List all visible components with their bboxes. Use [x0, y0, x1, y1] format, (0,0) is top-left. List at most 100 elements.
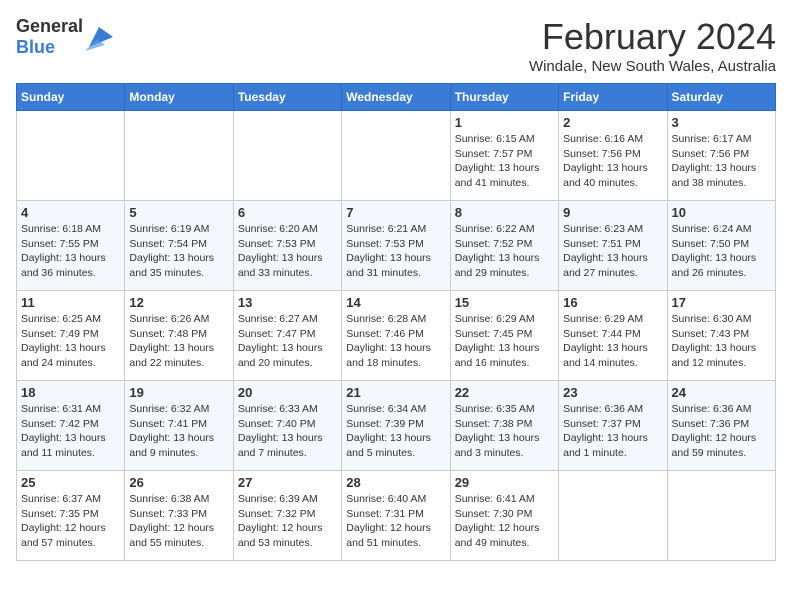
day-info: Sunrise: 6:40 AM Sunset: 7:31 PM Dayligh…: [346, 492, 445, 551]
day-number: 3: [672, 115, 771, 130]
day-number: 20: [238, 385, 337, 400]
calendar-cell: 14 Sunrise: 6:28 AM Sunset: 7:46 PM Dayli…: [342, 291, 450, 381]
day-number: 5: [129, 205, 228, 220]
day-info: Sunrise: 6:28 AM Sunset: 7:46 PM Dayligh…: [346, 312, 445, 371]
day-info: Sunrise: 6:19 AM Sunset: 7:54 PM Dayligh…: [129, 222, 228, 281]
calendar-cell: [342, 111, 450, 201]
day-number: 21: [346, 385, 445, 400]
day-number: 17: [672, 295, 771, 310]
location: Windale, New South Wales, Australia: [529, 58, 776, 75]
calendar-cell: 15 Sunrise: 6:29 AM Sunset: 7:45 PM Dayli…: [450, 291, 558, 381]
day-info: Sunrise: 6:39 AM Sunset: 7:32 PM Dayligh…: [238, 492, 337, 551]
day-info: Sunrise: 6:32 AM Sunset: 7:41 PM Dayligh…: [129, 402, 228, 461]
day-info: Sunrise: 6:18 AM Sunset: 7:55 PM Dayligh…: [21, 222, 120, 281]
calendar-cell: [125, 111, 233, 201]
day-header-tuesday: Tuesday: [233, 84, 341, 111]
day-info: Sunrise: 6:20 AM Sunset: 7:53 PM Dayligh…: [238, 222, 337, 281]
day-info: Sunrise: 6:36 AM Sunset: 7:36 PM Dayligh…: [672, 402, 771, 461]
day-info: Sunrise: 6:23 AM Sunset: 7:51 PM Dayligh…: [563, 222, 662, 281]
calendar-week-row: 18 Sunrise: 6:31 AM Sunset: 7:42 PM Dayli…: [17, 381, 776, 471]
calendar-cell: 9 Sunrise: 6:23 AM Sunset: 7:51 PM Daylig…: [559, 201, 667, 291]
day-header-monday: Monday: [125, 84, 233, 111]
calendar-week-row: 11 Sunrise: 6:25 AM Sunset: 7:49 PM Dayli…: [17, 291, 776, 381]
day-number: 23: [563, 385, 662, 400]
calendar-cell: 7 Sunrise: 6:21 AM Sunset: 7:53 PM Daylig…: [342, 201, 450, 291]
calendar-table: SundayMondayTuesdayWednesdayThursdayFrid…: [16, 83, 776, 561]
day-number: 2: [563, 115, 662, 130]
day-info: Sunrise: 6:38 AM Sunset: 7:33 PM Dayligh…: [129, 492, 228, 551]
calendar-cell: 6 Sunrise: 6:20 AM Sunset: 7:53 PM Daylig…: [233, 201, 341, 291]
day-info: Sunrise: 6:29 AM Sunset: 7:45 PM Dayligh…: [455, 312, 554, 371]
day-info: Sunrise: 6:33 AM Sunset: 7:40 PM Dayligh…: [238, 402, 337, 461]
calendar-cell: 17Sunrise: 6:30 AM Sunset: 7:43 PM Dayli…: [667, 291, 775, 381]
calendar-cell: 10 Sunrise: 6:24 AM Sunset: 7:50 PM Dayli…: [667, 201, 775, 291]
calendar-cell: 26 Sunrise: 6:38 AM Sunset: 7:33 PM Dayli…: [125, 471, 233, 561]
calendar-cell: 3 Sunrise: 6:17 AM Sunset: 7:56 PM Daylig…: [667, 111, 775, 201]
day-number: 19: [129, 385, 228, 400]
calendar-cell: 4 Sunrise: 6:18 AM Sunset: 7:55 PM Daylig…: [17, 201, 125, 291]
day-info: Sunrise: 6:24 AM Sunset: 7:50 PM Dayligh…: [672, 222, 771, 281]
day-number: 7: [346, 205, 445, 220]
day-header-wednesday: Wednesday: [342, 84, 450, 111]
day-header-sunday: Sunday: [17, 84, 125, 111]
day-info: Sunrise: 6:31 AM Sunset: 7:42 PM Dayligh…: [21, 402, 120, 461]
day-number: 29: [455, 475, 554, 490]
day-info: Sunrise: 6:26 AM Sunset: 7:48 PM Dayligh…: [129, 312, 228, 371]
day-number: 27: [238, 475, 337, 490]
day-number: 14: [346, 295, 445, 310]
calendar-week-row: 25 Sunrise: 6:37 AM Sunset: 7:35 PM Dayli…: [17, 471, 776, 561]
day-info: Sunrise: 6:16 AM Sunset: 7:56 PM Dayligh…: [563, 132, 662, 191]
calendar-cell: 13Sunrise: 6:27 AM Sunset: 7:47 PM Dayli…: [233, 291, 341, 381]
logo-blue: Blue: [16, 37, 55, 57]
day-info: Sunrise: 6:37 AM Sunset: 7:35 PM Dayligh…: [21, 492, 120, 551]
calendar-cell: 24Sunrise: 6:36 AM Sunset: 7:36 PM Dayli…: [667, 381, 775, 471]
day-number: 26: [129, 475, 228, 490]
day-number: 11: [21, 295, 120, 310]
calendar-cell: 2 Sunrise: 6:16 AM Sunset: 7:56 PM Daylig…: [559, 111, 667, 201]
day-info: Sunrise: 6:21 AM Sunset: 7:53 PM Dayligh…: [346, 222, 445, 281]
calendar-week-row: 1 Sunrise: 6:15 AM Sunset: 7:57 PM Daylig…: [17, 111, 776, 201]
day-number: 25: [21, 475, 120, 490]
calendar-cell: 22 Sunrise: 6:35 AM Sunset: 7:38 PM Dayli…: [450, 381, 558, 471]
day-info: Sunrise: 6:15 AM Sunset: 7:57 PM Dayligh…: [455, 132, 554, 191]
calendar-cell: [233, 111, 341, 201]
calendar-cell: 19 Sunrise: 6:32 AM Sunset: 7:41 PM Dayli…: [125, 381, 233, 471]
day-header-saturday: Saturday: [667, 84, 775, 111]
calendar-cell: 29 Sunrise: 6:41 AM Sunset: 7:30 PM Dayli…: [450, 471, 558, 561]
calendar-cell: 27 Sunrise: 6:39 AM Sunset: 7:32 PM Dayli…: [233, 471, 341, 561]
calendar-cell: 25 Sunrise: 6:37 AM Sunset: 7:35 PM Dayli…: [17, 471, 125, 561]
day-number: 22: [455, 385, 554, 400]
day-number: 15: [455, 295, 554, 310]
day-info: Sunrise: 6:25 AM Sunset: 7:49 PM Dayligh…: [21, 312, 120, 371]
title-section: February 2024 Windale, New South Wales, …: [529, 16, 776, 75]
day-number: 6: [238, 205, 337, 220]
calendar-header-row: SundayMondayTuesdayWednesdayThursdayFrid…: [17, 84, 776, 111]
day-number: 10: [672, 205, 771, 220]
calendar-cell: 12 Sunrise: 6:26 AM Sunset: 7:48 PM Dayli…: [125, 291, 233, 381]
logo-icon: [85, 23, 113, 51]
day-header-friday: Friday: [559, 84, 667, 111]
calendar-cell: [559, 471, 667, 561]
day-info: Sunrise: 6:41 AM Sunset: 7:30 PM Dayligh…: [455, 492, 554, 551]
day-info: Sunrise: 6:36 AM Sunset: 7:37 PM Dayligh…: [563, 402, 662, 461]
calendar-cell: 5 Sunrise: 6:19 AM Sunset: 7:54 PM Daylig…: [125, 201, 233, 291]
day-number: 18: [21, 385, 120, 400]
day-number: 9: [563, 205, 662, 220]
day-number: 1: [455, 115, 554, 130]
calendar-cell: 28Sunrise: 6:40 AM Sunset: 7:31 PM Dayli…: [342, 471, 450, 561]
calendar-cell: 8Sunrise: 6:22 AM Sunset: 7:52 PM Daylig…: [450, 201, 558, 291]
calendar-cell: 1 Sunrise: 6:15 AM Sunset: 7:57 PM Daylig…: [450, 111, 558, 201]
day-number: 12: [129, 295, 228, 310]
day-number: 16: [563, 295, 662, 310]
calendar-cell: [17, 111, 125, 201]
calendar-cell: 18 Sunrise: 6:31 AM Sunset: 7:42 PM Dayli…: [17, 381, 125, 471]
day-info: Sunrise: 6:29 AM Sunset: 7:44 PM Dayligh…: [563, 312, 662, 371]
day-info: Sunrise: 6:27 AM Sunset: 7:47 PM Dayligh…: [238, 312, 337, 371]
day-info: Sunrise: 6:34 AM Sunset: 7:39 PM Dayligh…: [346, 402, 445, 461]
day-info: Sunrise: 6:35 AM Sunset: 7:38 PM Dayligh…: [455, 402, 554, 461]
calendar-cell: 16 Sunrise: 6:29 AM Sunset: 7:44 PM Dayli…: [559, 291, 667, 381]
day-number: 4: [21, 205, 120, 220]
calendar-cell: [667, 471, 775, 561]
day-info: Sunrise: 6:17 AM Sunset: 7:56 PM Dayligh…: [672, 132, 771, 191]
calendar-cell: 11 Sunrise: 6:25 AM Sunset: 7:49 PM Dayli…: [17, 291, 125, 381]
